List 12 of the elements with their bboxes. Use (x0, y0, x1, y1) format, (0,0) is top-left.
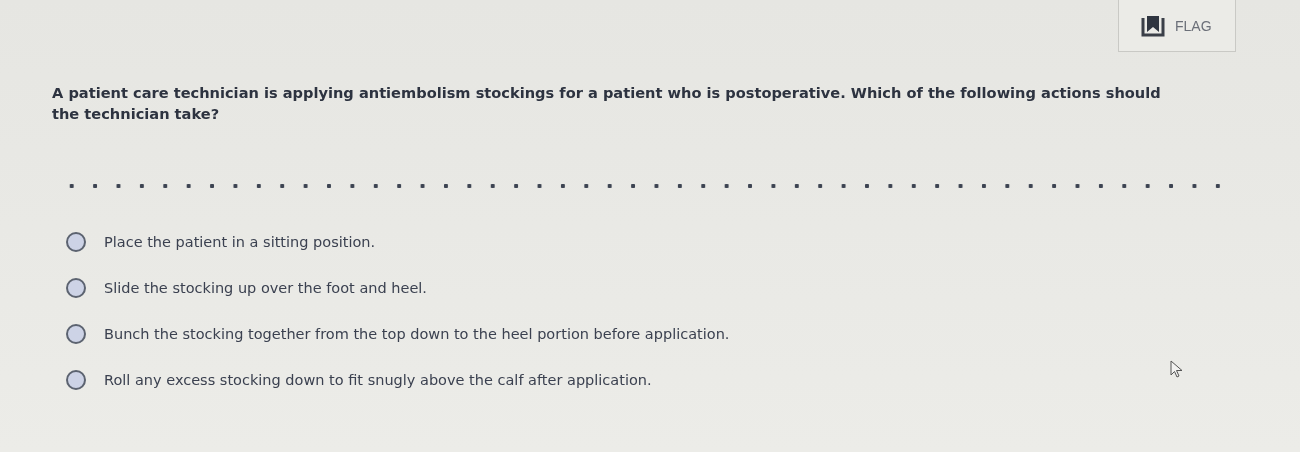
question-text: A patient care technician is applying antiembolism stockings for a patient who is postoperative. Which of the following actions should the technician take? (52, 83, 1162, 124)
answer-option[interactable]: Slide the stocking up over the foot and heel. (66, 278, 1300, 298)
radio-button[interactable] (66, 324, 86, 344)
radio-button[interactable] (66, 370, 86, 390)
flag-button[interactable]: FLAG (1118, 0, 1236, 52)
cursor-icon (1170, 360, 1184, 378)
answer-option[interactable]: Roll any excess stocking down to fit snugly above the calf after application. (66, 370, 1300, 390)
answer-option[interactable]: Bunch the stocking together from the top down to the heel portion before application. (66, 324, 1300, 344)
bookmark-icon (1141, 14, 1165, 37)
radio-button[interactable] (66, 278, 86, 298)
radio-button[interactable] (66, 232, 86, 252)
answer-option[interactable]: Place the patient in a sitting position. (66, 232, 1300, 252)
